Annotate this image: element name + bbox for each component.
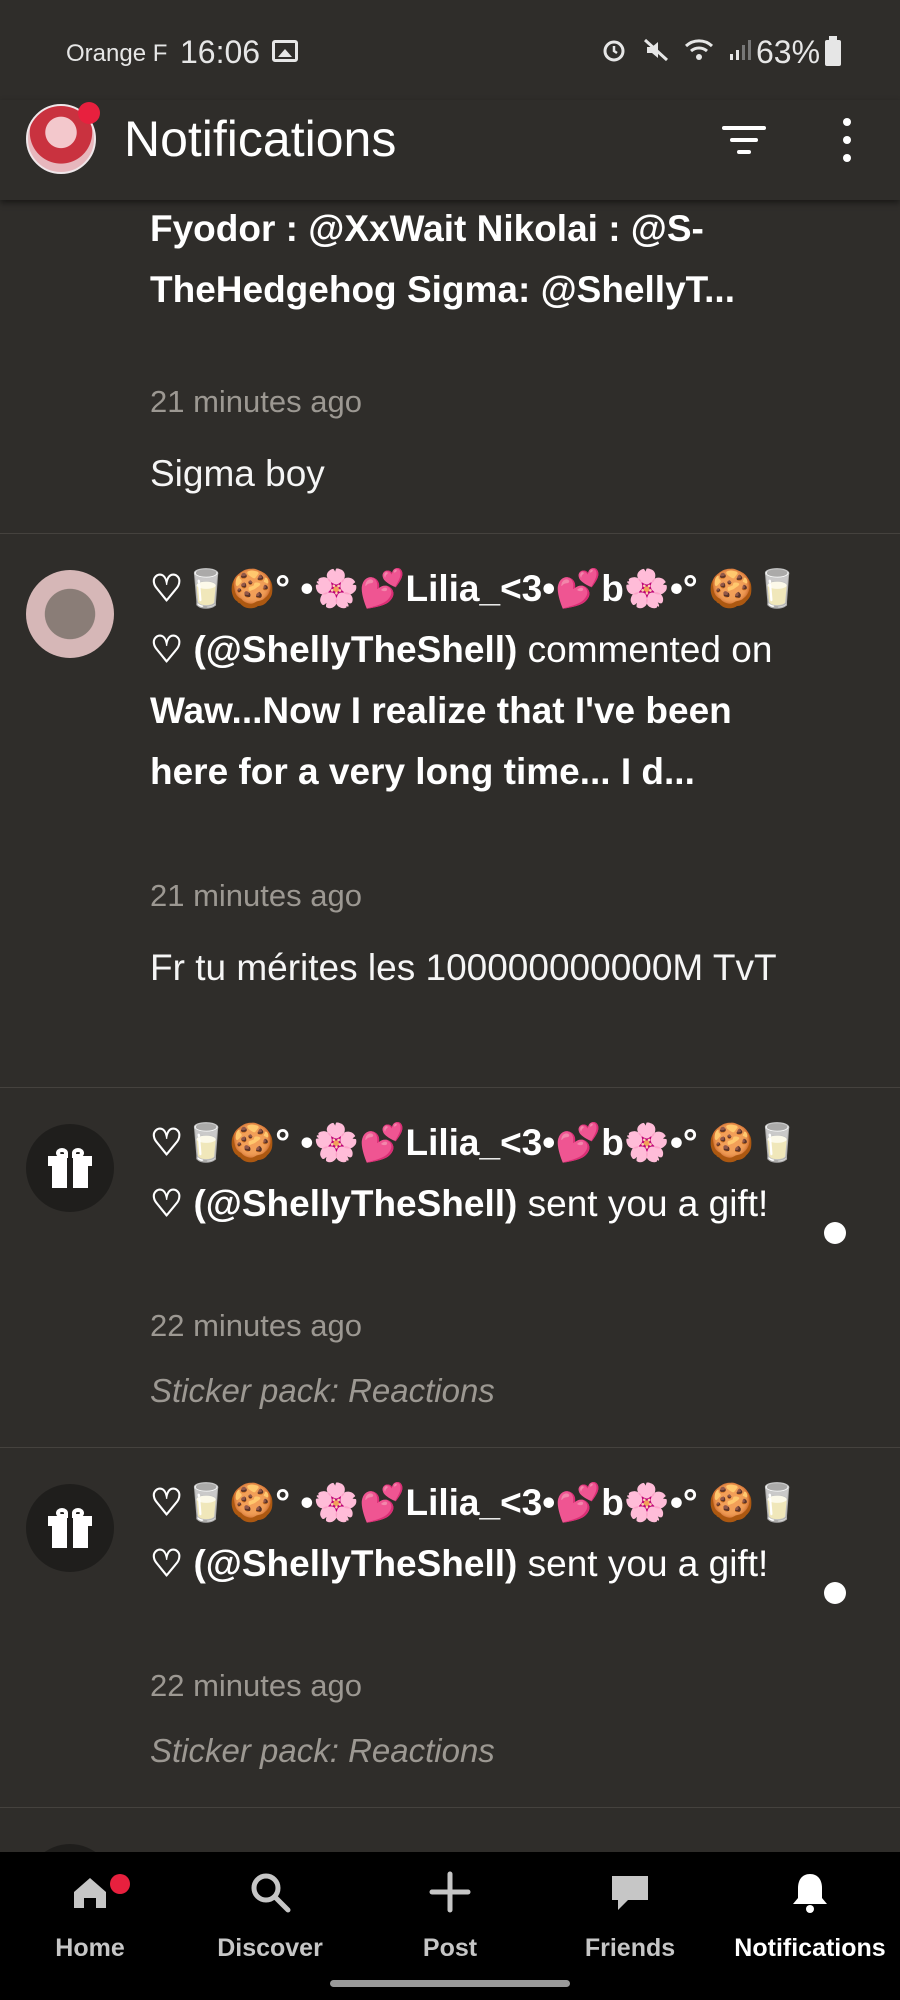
gesture-bar[interactable]	[330, 1980, 570, 1987]
nav-post[interactable]: Post	[360, 1852, 540, 1962]
mute-icon	[642, 36, 670, 64]
nav-notifications-label: Notifications	[734, 1934, 886, 1962]
notification-item-partial[interactable]	[0, 1840, 900, 1852]
status-time: 16:06	[180, 34, 261, 70]
sticker-pack-label: Sticker pack: Reactions	[150, 1732, 495, 1769]
notification-time: 22 minutes ago	[150, 1668, 362, 1703]
chat-bubble-icon	[612, 1876, 648, 1910]
user-avatar[interactable]	[26, 570, 114, 658]
nav-notifications[interactable]: Notifications	[720, 1852, 900, 1962]
filter-icon[interactable]	[722, 118, 766, 162]
avatar-badge	[78, 102, 100, 124]
nav-home[interactable]: Home	[0, 1852, 180, 1962]
nav-discover-label: Discover	[217, 1934, 323, 1962]
carrier-label: Orange F	[66, 40, 168, 67]
bell-icon	[793, 1874, 827, 1913]
more-options-icon[interactable]	[830, 118, 864, 162]
action-text: commented on	[527, 629, 773, 670]
action-text: sent you a gift!	[527, 1543, 769, 1584]
battery-percent: 63%	[756, 34, 821, 70]
mention-text: Fyodor : @XxWait Nikolai : @S-TheHedgeho…	[150, 208, 735, 310]
status-bar: Orange F 16:06 63%	[0, 0, 900, 100]
home-badge	[110, 1874, 130, 1894]
gift-icon	[48, 1508, 92, 1548]
notification-item[interactable]: ♡🥛🍪° •🌸💕Lilia_<3•💕b🌸•° 🍪🥛♡ (@ShellyTheSh…	[0, 1448, 900, 1808]
nav-home-label: Home	[55, 1934, 125, 1962]
unread-indicator	[824, 1222, 846, 1244]
battery-icon	[825, 36, 841, 66]
search-icon	[251, 1873, 291, 1913]
notification-headline: ♡🥛🍪° •🌸💕Lilia_<3•💕b🌸•° 🍪🥛♡ (@ShellyTheSh…	[150, 558, 810, 802]
page-title: Notifications	[124, 111, 397, 167]
nav-friends-label: Friends	[584, 1934, 676, 1962]
gift-icon-circle	[26, 1124, 114, 1212]
notification-list: Fyodor : @XxWait Nikolai : @S-TheHedgeho…	[0, 200, 900, 1852]
unread-indicator	[824, 1582, 846, 1604]
notification-headline: Fyodor : @XxWait Nikolai : @S-TheHedgeho…	[150, 200, 810, 320]
gift-icon-circle	[26, 1844, 114, 1852]
system-icons	[600, 36, 754, 64]
action-text: sent you a gift!	[527, 1183, 769, 1224]
gallery-icon	[272, 40, 298, 62]
app-header: Notifications	[0, 100, 900, 200]
gift-icon-circle	[26, 1484, 114, 1572]
gift-icon	[48, 1148, 92, 1188]
home-icon	[74, 1878, 106, 1908]
sticker-pack-label: Sticker pack: Reactions	[150, 1372, 495, 1409]
notification-item[interactable]: ♡🥛🍪° •🌸💕Lilia_<3•💕b🌸•° 🍪🥛♡ (@ShellyTheSh…	[0, 1088, 900, 1448]
notification-comment: Sigma boy	[150, 453, 325, 494]
notification-item[interactable]: ♡🥛🍪° •🌸💕Lilia_<3•💕b🌸•° 🍪🥛♡ (@ShellyTheSh…	[0, 534, 900, 1088]
nav-discover[interactable]: Discover	[180, 1852, 360, 1962]
nav-post-label: Post	[422, 1934, 478, 1962]
wifi-icon	[684, 36, 714, 64]
post-title[interactable]: Waw...Now I realize that I've been here …	[150, 690, 732, 792]
notification-headline: ♡🥛🍪° •🌸💕Lilia_<3•💕b🌸•° 🍪🥛♡ (@ShellyTheSh…	[150, 1112, 810, 1234]
notification-comment: Fr tu mérites les 100000000000M TvT	[150, 947, 777, 988]
notification-time: 22 minutes ago	[150, 1308, 362, 1343]
alarm-icon	[600, 36, 628, 64]
nav-friends[interactable]: Friends	[540, 1852, 720, 1962]
screen: Orange F 16:06 63% Notifications Fyodor …	[0, 0, 900, 2000]
notification-item[interactable]: Fyodor : @XxWait Nikolai : @S-TheHedgeho…	[0, 200, 900, 534]
notification-headline: ♡🥛🍪° •🌸💕Lilia_<3•💕b🌸•° 🍪🥛♡ (@ShellyTheSh…	[150, 1472, 810, 1594]
signal-icon	[726, 36, 754, 64]
plus-icon	[429, 1871, 471, 1913]
notification-time: 21 minutes ago	[150, 878, 362, 913]
notification-time: 21 minutes ago	[150, 384, 362, 419]
bottom-navigation: Home Discover Post Friends Notifications	[0, 1852, 900, 2000]
